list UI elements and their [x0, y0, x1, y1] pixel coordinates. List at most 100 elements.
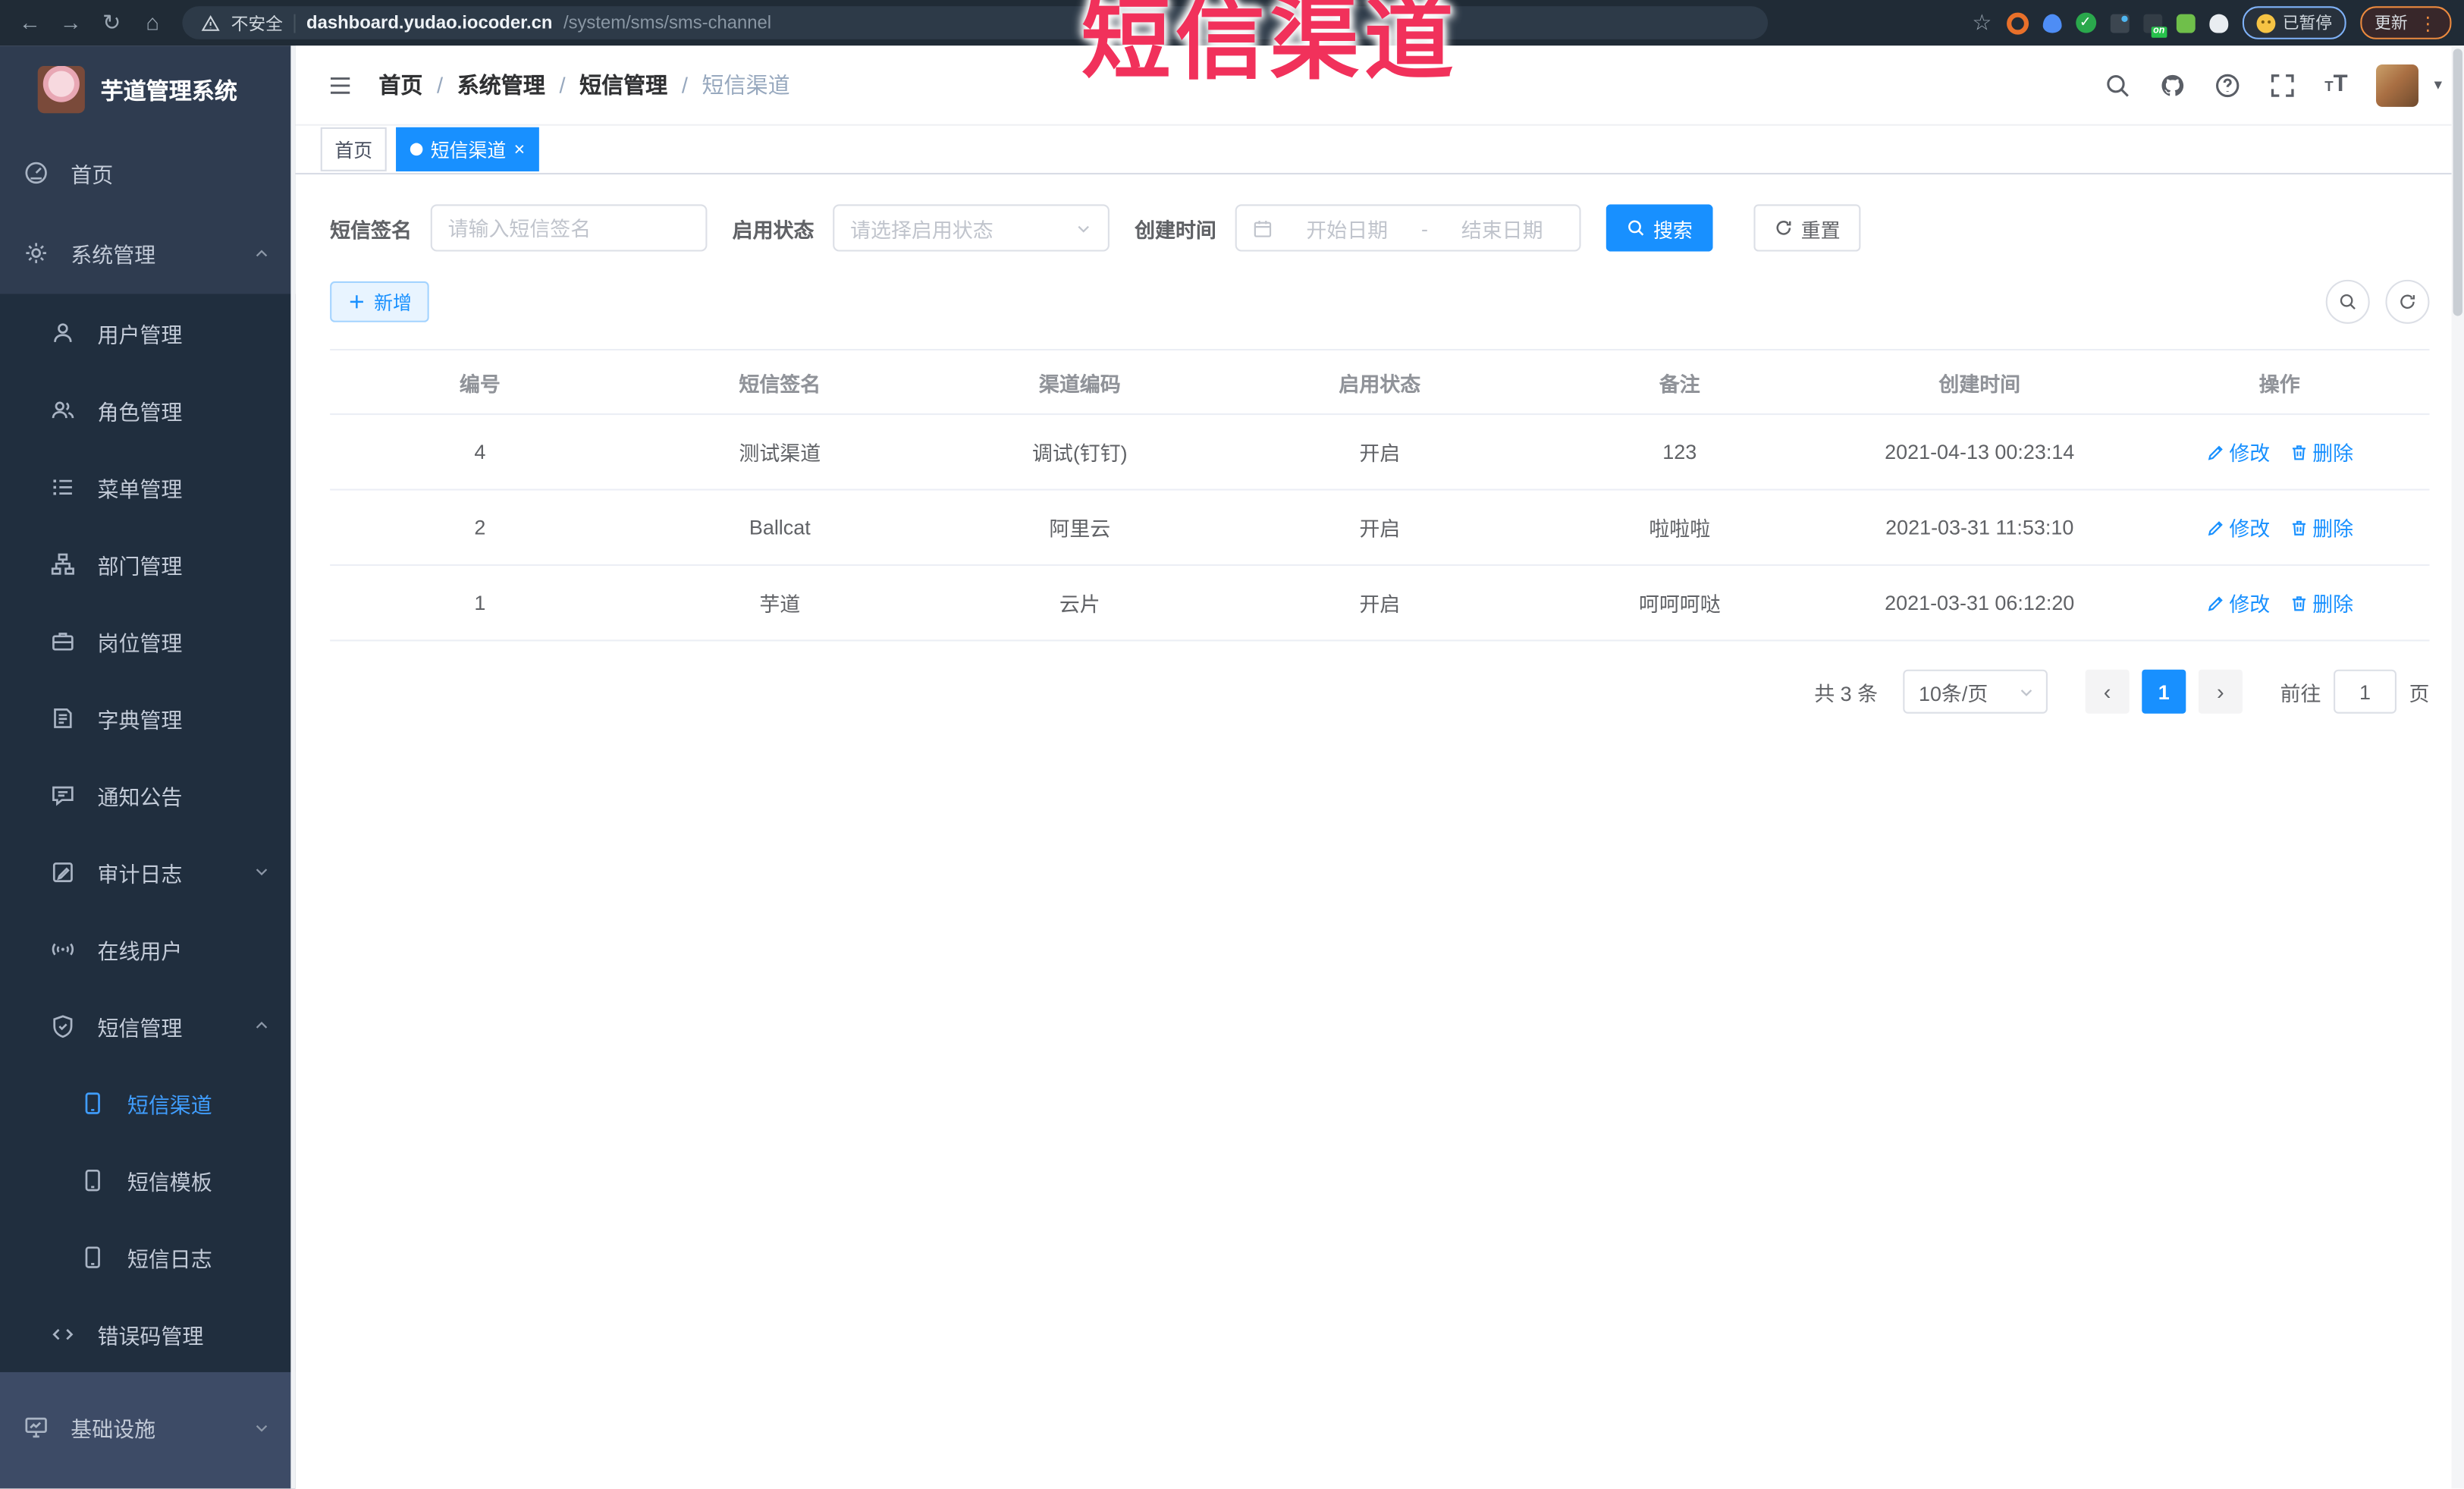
sidebar-item-infrastructure[interactable]: 基础设施 — [0, 1388, 296, 1467]
delete-link-label: 删除 — [2312, 441, 2354, 466]
sidebar-item-sms-channel[interactable]: 短信渠道 — [0, 1064, 296, 1142]
search-icon[interactable] — [2105, 71, 2131, 98]
table-row: 1 芋道 云片 开启 呵呵呵哒 2021-03-31 06:12:20 修改 删… — [330, 566, 2430, 642]
cell-code: 调试(钉钉) — [1031, 441, 1128, 466]
bookmark-star-icon[interactable]: ☆ — [1972, 9, 1992, 36]
extension-ghost-icon[interactable] — [2208, 13, 2228, 33]
breadcrumb-home[interactable]: 首页 — [378, 69, 422, 100]
dict-book-icon — [50, 705, 75, 730]
browser-forward-icon[interactable]: → — [53, 0, 88, 46]
page-content: 短信签名 启用状态 请选择启用状态 创建时间 开始日期 - 结束日期 — [295, 174, 2464, 1489]
sidebar-item-error-code[interactable]: 错误码管理 — [0, 1295, 296, 1372]
breadcrumb-system[interactable]: 系统管理 — [457, 69, 545, 100]
sidebar-item-label: 用户管理 — [97, 322, 183, 347]
breadcrumb-sms[interactable]: 短信管理 — [579, 69, 667, 100]
edit-icon — [2205, 518, 2224, 537]
code-icon — [50, 1321, 75, 1346]
sidebar-item-home[interactable]: 首页 — [0, 134, 296, 212]
sidebar-item-sms-management[interactable]: 短信管理 — [0, 987, 296, 1064]
sidebar-item-audit-log[interactable]: 审计日志 — [0, 833, 296, 910]
sidebar-item-sms-log[interactable]: 短信日志 — [0, 1218, 296, 1296]
pagination: 共 3 条 10条/页 ‹ 1 › 前往 页 — [330, 669, 2429, 714]
cell-status: 开启 — [1359, 592, 1401, 617]
search-icon — [1627, 218, 1646, 237]
sidebar-item-sms-template[interactable]: 短信模板 — [0, 1141, 296, 1218]
sidebar-item-label: 通知公告 — [97, 785, 183, 809]
browser-back-icon[interactable]: ← — [13, 0, 48, 46]
chevron-down-icon — [2018, 683, 2036, 700]
search-button[interactable]: 搜索 — [1606, 204, 1713, 252]
address-bar[interactable]: 不安全 dashboard.yudao.iocoder.cn /system/s… — [182, 6, 1769, 39]
paused-extension-badge[interactable]: 已暂停 — [2241, 6, 2346, 39]
status-filter-select[interactable]: 请选择启用状态 — [833, 204, 1110, 252]
tab-close-icon[interactable]: × — [514, 140, 526, 159]
scrollbar-thumb[interactable] — [2453, 49, 2462, 316]
extension-ring-icon[interactable] — [2006, 11, 2029, 34]
fullscreen-icon[interactable] — [2270, 71, 2296, 98]
tab-home[interactable]: 首页 — [320, 127, 387, 171]
sidebar-item-role-management[interactable]: 角色管理 — [0, 371, 296, 448]
cell-id: 1 — [474, 591, 486, 615]
page-number-1[interactable]: 1 — [2142, 669, 2186, 714]
paused-label: 已暂停 — [2282, 14, 2332, 33]
github-icon[interactable] — [2160, 71, 2186, 98]
sidebar-item-menu-management[interactable]: 菜单管理 — [0, 448, 296, 526]
sidebar-logo[interactable]: 芋道管理系统 — [0, 46, 296, 134]
table-toolbar: 新增 — [330, 279, 2430, 324]
refresh-table-button[interactable] — [2385, 279, 2430, 324]
cell-sign: Ballcat — [749, 515, 811, 539]
font-size-icon[interactable]: TT — [2324, 70, 2347, 99]
hamburger-icon[interactable] — [327, 73, 353, 96]
delete-link[interactable]: 删除 — [2289, 513, 2353, 542]
extension-grid-icon[interactable] — [2109, 13, 2129, 33]
extension-leaf-icon[interactable] — [2175, 13, 2195, 33]
add-button-label: 新增 — [374, 291, 412, 314]
avatar[interactable] — [2375, 63, 2418, 106]
sidebar-item-dept-management[interactable]: 部门管理 — [0, 525, 296, 602]
browser-update-button[interactable]: 更新 ⋮ — [2360, 6, 2452, 39]
caret-down-icon[interactable]: ▾ — [2434, 76, 2442, 93]
sidebar-item-label: 短信日志 — [127, 1247, 212, 1271]
sidebar-item-online-users[interactable]: 在线用户 — [0, 910, 296, 988]
app-title: 芋道管理系统 — [100, 79, 237, 105]
edit-link[interactable]: 修改 — [2205, 588, 2270, 617]
next-page-button[interactable]: › — [2198, 669, 2243, 714]
sidebar-item-label: 基础设施 — [71, 1418, 156, 1442]
browser-reload-icon[interactable]: ↻ — [94, 0, 129, 46]
extension-check-icon[interactable]: ✓ — [2075, 12, 2096, 33]
sidebar-item-label: 角色管理 — [97, 400, 183, 424]
plus-icon — [347, 292, 366, 311]
page-scrollbar[interactable] — [2451, 46, 2464, 1489]
edit-link[interactable]: 修改 — [2205, 513, 2270, 542]
goto-page-input[interactable] — [2334, 669, 2397, 714]
sidebar-item-post-management[interactable]: 岗位管理 — [0, 602, 296, 680]
sidebar-item-user-management[interactable]: 用户管理 — [0, 294, 296, 371]
edit-link[interactable]: 修改 — [2205, 437, 2270, 466]
toggle-search-button[interactable] — [2325, 279, 2370, 324]
sidebar-item-notice[interactable]: 通知公告 — [0, 756, 296, 834]
reset-button[interactable]: 重置 — [1753, 204, 1861, 252]
security-label: 不安全 — [231, 14, 283, 34]
phone-icon — [80, 1167, 105, 1192]
sign-filter-input[interactable] — [430, 204, 708, 252]
browser-home-icon[interactable]: ⌂ — [135, 0, 170, 46]
sidebar-item-dict-management[interactable]: 字典管理 — [0, 679, 296, 756]
url-divider — [293, 13, 296, 33]
add-button[interactable]: 新增 — [330, 281, 429, 322]
delete-link[interactable]: 删除 — [2289, 588, 2353, 617]
cell-id: 4 — [474, 440, 486, 464]
delete-link[interactable]: 删除 — [2289, 437, 2353, 466]
extension-switch-icon[interactable]: on — [2142, 13, 2167, 37]
announcement-icon — [50, 782, 75, 807]
tab-sms-channel[interactable]: 短信渠道 × — [396, 127, 539, 171]
cell-remark: 啦啦啦 — [1649, 517, 1711, 541]
extension-drop-icon[interactable] — [2042, 13, 2061, 33]
sidebar-item-label: 审计日志 — [97, 862, 183, 886]
column-header: 编号 — [459, 372, 501, 396]
prev-page-button[interactable]: ‹ — [2085, 669, 2130, 714]
help-icon[interactable] — [2214, 71, 2241, 98]
page-size-select[interactable]: 10条/页 — [1903, 669, 2048, 714]
date-range-picker[interactable]: 开始日期 - 结束日期 — [1235, 204, 1581, 252]
sidebar-item-system-management[interactable]: 系统管理 — [0, 212, 296, 294]
column-header: 短信签名 — [739, 372, 821, 396]
